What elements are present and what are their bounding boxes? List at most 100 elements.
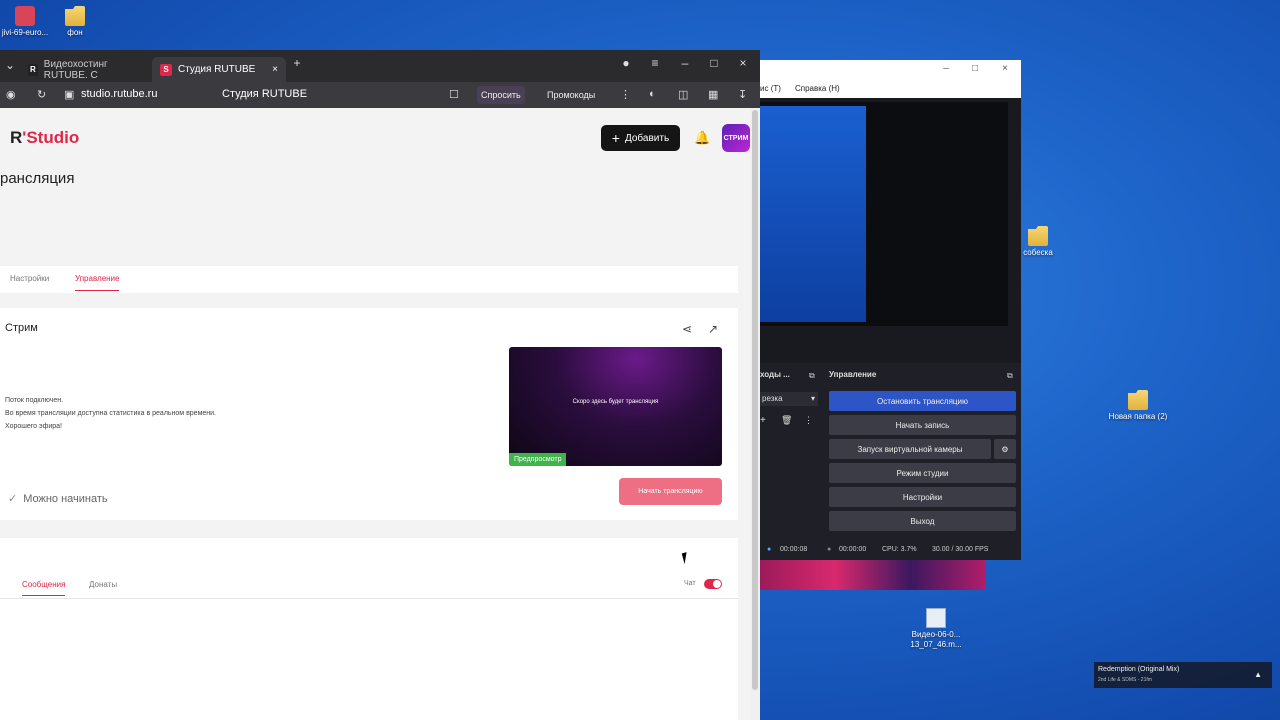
rec-time: 00:00:00: [839, 546, 867, 553]
collections-icon[interactable]: ▦: [708, 88, 718, 101]
scene-select[interactable]: резка ▾: [760, 392, 818, 406]
address-bar: ◉ ↻ ▣ studio.rutube.ru Студия RUTUBE ☐ С…: [0, 82, 760, 108]
sources-header: ходы ...: [760, 370, 790, 379]
studio-mode-button[interactable]: Режим студии: [829, 463, 1016, 483]
obs-canvas: [760, 102, 1008, 326]
more-icon[interactable]: ⋮: [620, 88, 631, 101]
desktop-icon-label: Видео-06-0... 13_07_46.m...: [910, 630, 962, 649]
download-icon[interactable]: ↧: [738, 88, 747, 101]
virtual-camera-button[interactable]: Запуск виртуальной камеры: [829, 439, 991, 459]
app-icon: [15, 6, 35, 26]
studio-favicon-icon: S: [160, 63, 172, 76]
exit-button[interactable]: Выход: [829, 511, 1016, 531]
preview-tag: Предпросмотр: [509, 453, 567, 466]
scrollbar[interactable]: [750, 108, 760, 720]
stream-title: Стрим: [5, 322, 38, 334]
minimize-icon[interactable]: –: [936, 63, 956, 74]
minimize-icon[interactable]: –: [675, 56, 695, 70]
stream-card: Стрим ⋖ ↗ Поток подключен. Во время тран…: [0, 308, 738, 520]
desktop-icon-new-folder[interactable]: Новая папка (2): [1108, 390, 1168, 422]
scene-select-value: резка: [762, 394, 783, 403]
live-icon: ●: [767, 546, 772, 553]
rutube-favicon-icon: R: [28, 63, 38, 76]
tab-donations[interactable]: Донаты: [89, 580, 117, 589]
panel-float-icon[interactable]: ⧉: [809, 371, 815, 381]
panel-float-icon[interactable]: ⧉: [1007, 371, 1013, 381]
fps-readout: 30.00 / 30.00 FPS: [932, 546, 989, 553]
screenshot-icon[interactable]: ◫: [678, 88, 688, 101]
divider: [0, 598, 738, 599]
chat-toggle[interactable]: [704, 579, 722, 589]
menu-item-tools[interactable]: ис (T): [760, 84, 781, 93]
obs-window: – □ × ис (T) Справка (H) ходы ... ⧉ резк…: [760, 60, 1021, 560]
reload-icon[interactable]: ↻: [37, 88, 46, 101]
tab-settings[interactable]: Настройки: [10, 274, 49, 283]
add-source-icon[interactable]: +: [760, 415, 766, 426]
stream-message-line: Хорошего эфира!: [5, 423, 62, 430]
avatar-text: СТРИМ: [723, 134, 749, 142]
preview-placeholder-text: Скоро здесь будет трансляция: [572, 399, 659, 405]
start-recording-button[interactable]: Начать запись: [829, 415, 1016, 435]
obs-titlebar: – □ ×: [760, 60, 1021, 80]
chat-card: Сообщения Донаты Чат: [0, 538, 738, 720]
shield-icon[interactable]: ◉: [6, 88, 16, 101]
ready-label: Можно начинать: [23, 493, 108, 505]
start-stream-button[interactable]: Начать трансляцию: [619, 478, 722, 505]
share-icon[interactable]: ⋖: [682, 322, 692, 336]
tab-control[interactable]: Управление: [75, 274, 120, 291]
stream-message-line: Поток подключен.: [5, 397, 64, 404]
desktop-icon-video[interactable]: Видео-06-0... 13_07_46.m...: [906, 608, 966, 650]
chevron-down-icon: ▾: [810, 394, 815, 403]
tab-bar: ⌄ R Видеохостинг RUTUBE. С S Студия RUTU…: [0, 50, 760, 82]
menu-icon[interactable]: ≡: [645, 56, 665, 70]
stop-stream-button[interactable]: Остановить трансляцию: [829, 391, 1016, 411]
add-label: Добавить: [624, 132, 670, 144]
virtual-camera-settings-button[interactable]: ⚙: [994, 439, 1016, 459]
close-tab-icon[interactable]: ×: [272, 64, 278, 75]
video-file-icon: [926, 608, 946, 628]
maximize-icon[interactable]: □: [704, 56, 724, 70]
tab-rutube-hosting[interactable]: R Видеохостинг RUTUBE. С: [20, 57, 150, 82]
avatar[interactable]: СТРИМ: [722, 124, 750, 152]
bell-icon[interactable]: 🔔: [694, 130, 710, 146]
stream-preview: Скоро здесь будет трансляция Предпросмот…: [509, 347, 722, 466]
tab-list-icon[interactable]: ⌄: [0, 58, 20, 72]
maximize-icon[interactable]: □: [965, 63, 985, 74]
track-title: Redemption (Original Mix): [1098, 666, 1180, 673]
bookmark-icon[interactable]: ☐: [449, 88, 459, 101]
desktop-icon-fon[interactable]: фон: [45, 6, 105, 38]
menu-item-help[interactable]: Справка (H): [795, 84, 840, 93]
promo-label: Промокоды: [547, 90, 596, 100]
close-window-icon[interactable]: ×: [733, 56, 753, 70]
new-tab-icon[interactable]: +: [287, 56, 307, 70]
scrollbar-thumb[interactable]: [752, 110, 758, 690]
profile-icon[interactable]: ●: [616, 56, 636, 70]
chevron-up-icon[interactable]: ▲: [1254, 670, 1262, 679]
page-title: Студия RUTUBE: [222, 88, 308, 100]
lock-icon: ▣: [64, 89, 75, 101]
globe-icon[interactable]: ◐: [649, 88, 656, 100]
external-link-icon[interactable]: ↗: [708, 322, 718, 336]
live-time: 00:00:08: [780, 546, 808, 553]
add-button[interactable]: + Добавить: [601, 125, 680, 151]
tab-messages[interactable]: Сообщения: [22, 580, 66, 596]
page-heading: рансляция: [0, 170, 75, 187]
url-field[interactable]: studio.rutube.ru: [81, 88, 157, 100]
obs-captured-desktop: [760, 106, 866, 322]
studio-logo[interactable]: R'Studio: [10, 128, 79, 148]
tab-rutube-studio[interactable]: S Студия RUTUBE ×: [152, 57, 286, 82]
media-notification[interactable]: Redemption (Original Mix) 2nd Life & SDM…: [1094, 662, 1272, 688]
folder-icon: [1128, 390, 1148, 410]
promo-button[interactable]: Промокоды: [543, 86, 599, 104]
cpu-usage: CPU: 3.7%: [882, 546, 917, 553]
logo-studio: Studio: [26, 128, 80, 147]
obs-preview: [760, 98, 1021, 363]
more-icon[interactable]: ⋮: [804, 415, 813, 426]
close-window-icon[interactable]: ×: [995, 63, 1015, 74]
ask-button[interactable]: Спросить: [477, 86, 525, 104]
gear-icon: ⚙: [1001, 444, 1009, 454]
controls-header: Управление: [829, 370, 877, 379]
ready-status: ✓ Можно начинать: [8, 492, 108, 505]
settings-button[interactable]: Настройки: [829, 487, 1016, 507]
delete-source-icon[interactable]: 🗑: [781, 415, 792, 426]
